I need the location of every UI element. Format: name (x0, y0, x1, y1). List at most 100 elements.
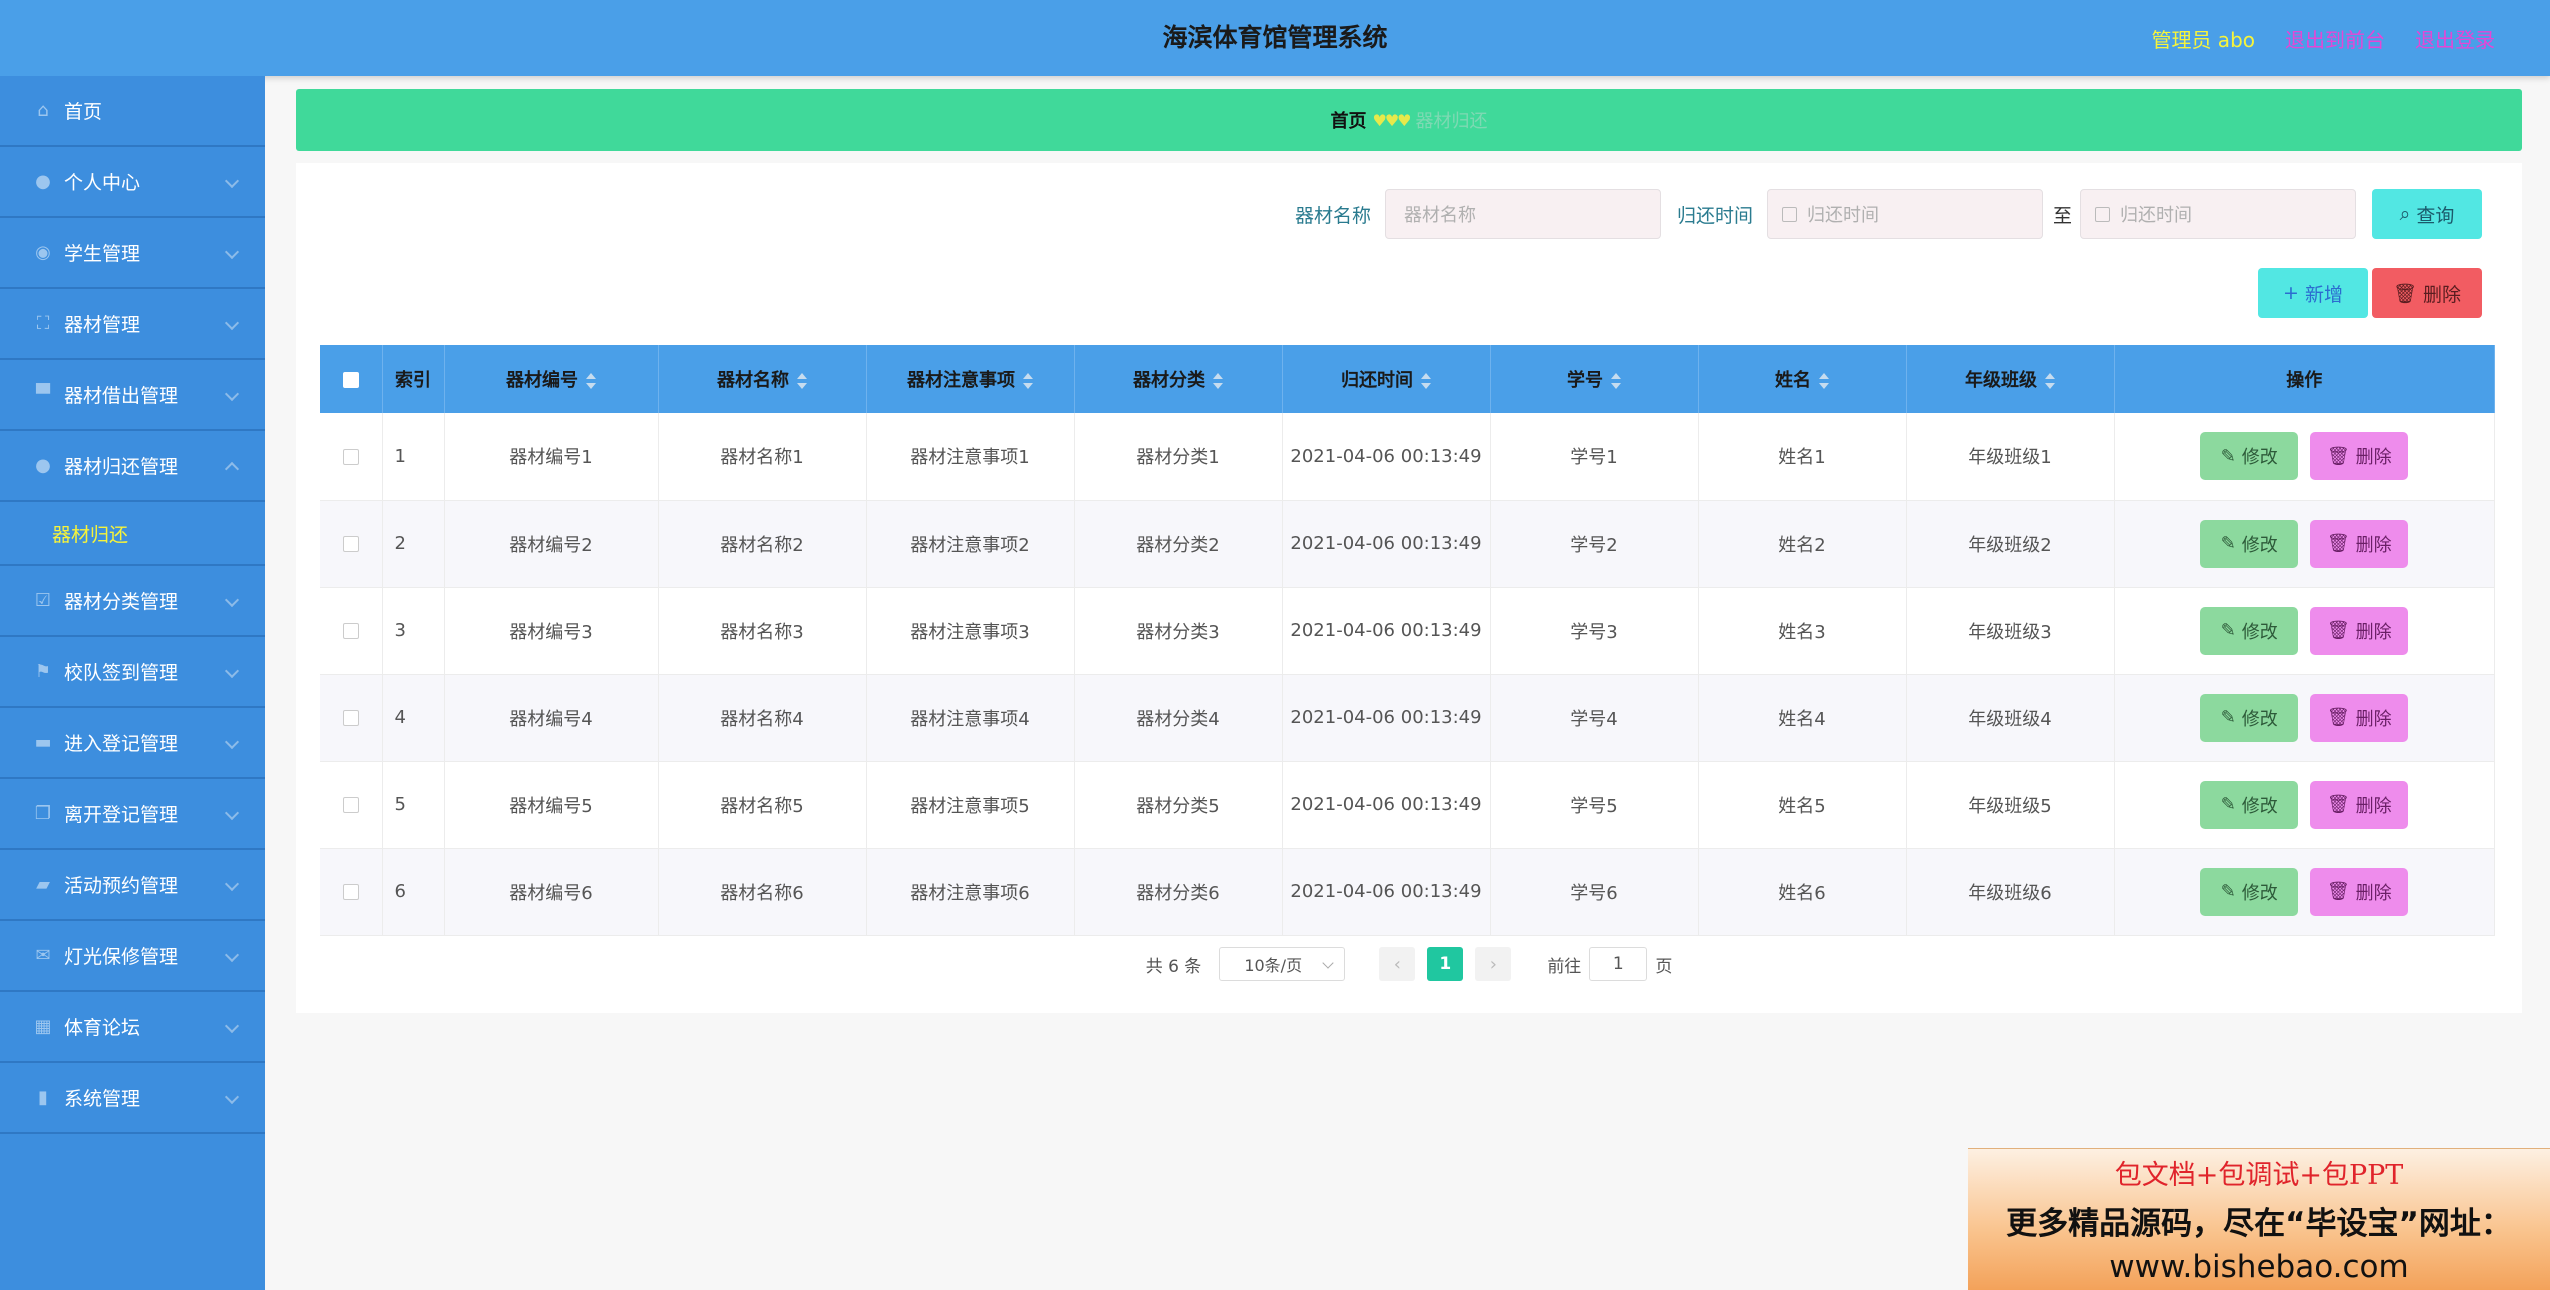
sidebar-item-lighting[interactable]: ✉ 灯光保修管理 (0, 921, 265, 992)
sidebar-subitem-return[interactable]: 器材归还 (0, 502, 265, 566)
row-delete-button[interactable]: 🗑 删除 (2310, 432, 2409, 481)
edit-button[interactable]: ✎ 修改 (2200, 432, 2299, 481)
time-start-input[interactable]: 归还时间 (1766, 189, 2043, 239)
row-checkbox[interactable] (342, 797, 359, 813)
col-notes[interactable]: 器材注意事项 (866, 345, 1075, 413)
select-all-checkbox[interactable] (342, 371, 359, 388)
sort-icon[interactable] (797, 373, 807, 389)
sidebar-item-lending[interactable]: ▀ 器材借出管理 (0, 360, 265, 431)
col-category[interactable]: 器材分类 (1074, 345, 1283, 413)
row-checkbox[interactable] (342, 448, 359, 465)
row-checkbox[interactable] (342, 623, 359, 639)
row-select-cell[interactable] (320, 848, 383, 936)
col-return-time[interactable]: 归还时间 (1282, 345, 1491, 413)
query-button[interactable]: ⌕ 查询 (2372, 189, 2482, 239)
edit-button[interactable]: ✎ 修改 (2200, 867, 2299, 916)
sort-icon[interactable] (1819, 373, 1829, 389)
to-front-link[interactable]: 退出到前台 (2285, 24, 2385, 53)
row-checkbox[interactable] (342, 710, 359, 726)
batch-delete-button[interactable]: 🗑 删除 (2372, 268, 2482, 318)
sidebar-item-forum[interactable]: ▦ 体育论坛 (0, 992, 265, 1063)
col-student-id[interactable]: 学号 (1490, 345, 1699, 413)
page-size-select[interactable]: 10条/页 (1219, 947, 1346, 981)
row-delete-button[interactable]: 🗑 删除 (2310, 693, 2409, 742)
sort-icon[interactable] (1421, 373, 1431, 389)
sidebar-item-team-checkin[interactable]: ⚑ 校队签到管理 (0, 637, 265, 708)
chevron-down-icon (224, 315, 240, 330)
trash-icon: 🗑 (2326, 620, 2350, 641)
row-delete-button[interactable]: 🗑 删除 (2310, 780, 2409, 829)
pagination: 共 6 条 10条/页 ‹ 1 › 前往 1 页 (296, 947, 2522, 981)
sort-icon[interactable] (1023, 373, 1033, 389)
user-icon: ● (35, 455, 51, 476)
cell-actions: ✎ 修改 🗑 删除 (2114, 674, 2495, 762)
col-student-name[interactable]: 姓名 (1698, 345, 1907, 413)
name-placeholder: 器材名称 (1403, 205, 1476, 226)
cell-index: 5 (382, 761, 445, 849)
sort-icon[interactable] (586, 373, 596, 389)
logout-link[interactable]: 退出登录 (2415, 24, 2495, 53)
col-return-time-label: 归还时间 (1341, 370, 1413, 391)
cell-notes: 器材注意事项1 (866, 413, 1075, 501)
page-number-current[interactable]: 1 (1427, 947, 1464, 981)
sidebar-item-return[interactable]: ● 器材归还管理 (0, 431, 265, 502)
edit-button[interactable]: ✎ 修改 (2200, 780, 2299, 829)
delete-label: 删除 (2423, 283, 2462, 306)
sidebar-item-label: 系统管理 (64, 1088, 141, 1110)
col-class-label: 年级班级 (1965, 370, 2037, 391)
sidebar-item-students[interactable]: ◉ 学生管理 (0, 218, 265, 289)
edit-button[interactable]: ✎ 修改 (2200, 606, 2299, 655)
row-delete-button[interactable]: 🗑 删除 (2310, 606, 2409, 655)
sort-icon[interactable] (1611, 373, 1621, 389)
edit-button[interactable]: ✎ 修改 (2200, 693, 2299, 742)
cell-student-id: 学号4 (1490, 674, 1699, 762)
goto-label: 前往 (1547, 956, 1582, 977)
cell-category: 器材分类6 (1074, 848, 1283, 936)
col-name[interactable]: 器材名称 (658, 345, 867, 413)
sidebar-item-system[interactable]: ▮ 系统管理 (0, 1063, 265, 1134)
sidebar-item-label: 器材借出管理 (64, 385, 179, 407)
search-bar: 器材名称 器材名称 归还时间 归还时间 至 归还时间 ⌕ 查询 (1295, 189, 2482, 239)
sidebar-item-reservation[interactable]: ▰ 活动预约管理 (0, 850, 265, 921)
select-all-cell[interactable] (320, 345, 383, 413)
row-delete-button[interactable]: 🗑 删除 (2310, 867, 2409, 916)
time-end-placeholder: 归还时间 (2120, 205, 2192, 226)
sidebar-item-exit[interactable]: ❐ 离开登记管理 (0, 779, 265, 850)
chevron-down-icon (224, 663, 240, 678)
col-class[interactable]: 年级班级 (1906, 345, 2115, 413)
promo-line-3[interactable]: www.bishebao.com (1968, 1249, 2550, 1285)
goto-page-input[interactable]: 1 (1589, 947, 1648, 981)
add-button[interactable]: + 新增 (2258, 268, 2368, 318)
trash-icon: 🗑 (2326, 707, 2350, 728)
edit-button[interactable]: ✎ 修改 (2200, 519, 2299, 568)
row-checkbox[interactable] (342, 884, 359, 900)
sidebar-item-profile[interactable]: ● 个人中心 (0, 147, 265, 218)
table-row: 5 器材编号5 器材名称5 器材注意事项5 器材分类5 2021-04-06 00:13:… (320, 761, 2495, 849)
row-select-cell[interactable] (320, 413, 383, 501)
sidebar-item-entry[interactable]: ▬ 进入登记管理 (0, 708, 265, 779)
row-select-cell[interactable] (320, 674, 383, 762)
col-code[interactable]: 器材编号 (444, 345, 659, 413)
next-page-button[interactable]: › (1475, 947, 1512, 981)
search-icon: ⌕ (2399, 203, 2411, 225)
sidebar-item-equipment[interactable]: ⛶ 器材管理 (0, 289, 265, 360)
prev-page-button[interactable]: ‹ (1379, 947, 1416, 981)
row-checkbox[interactable] (342, 536, 359, 552)
row-select-cell[interactable] (320, 761, 383, 849)
row-select-cell[interactable] (320, 587, 383, 675)
sort-icon[interactable] (1213, 373, 1223, 389)
edit-icon: ✎ (2220, 707, 2236, 728)
sidebar-item-category[interactable]: ☑ 器材分类管理 (0, 566, 265, 637)
row-select-cell[interactable] (320, 500, 383, 588)
time-end-input[interactable]: 归还时间 (2080, 189, 2356, 239)
sidebar-item-home[interactable]: ⌂ 首页 (0, 76, 265, 147)
header-actions: 管理员 abo 退出到前台 退出登录 (2151, 0, 2495, 76)
calendar-icon (2095, 206, 2110, 222)
sort-icon[interactable] (2045, 373, 2055, 389)
name-input[interactable]: 器材名称 (1384, 189, 1661, 239)
breadcrumb-home[interactable]: 首页 (1330, 107, 1366, 133)
checkbox-icon: ☑ (34, 590, 52, 611)
col-category-label: 器材分类 (1133, 370, 1205, 391)
edit-icon: ✎ (2220, 445, 2236, 467)
row-delete-button[interactable]: 🗑 删除 (2310, 519, 2409, 568)
